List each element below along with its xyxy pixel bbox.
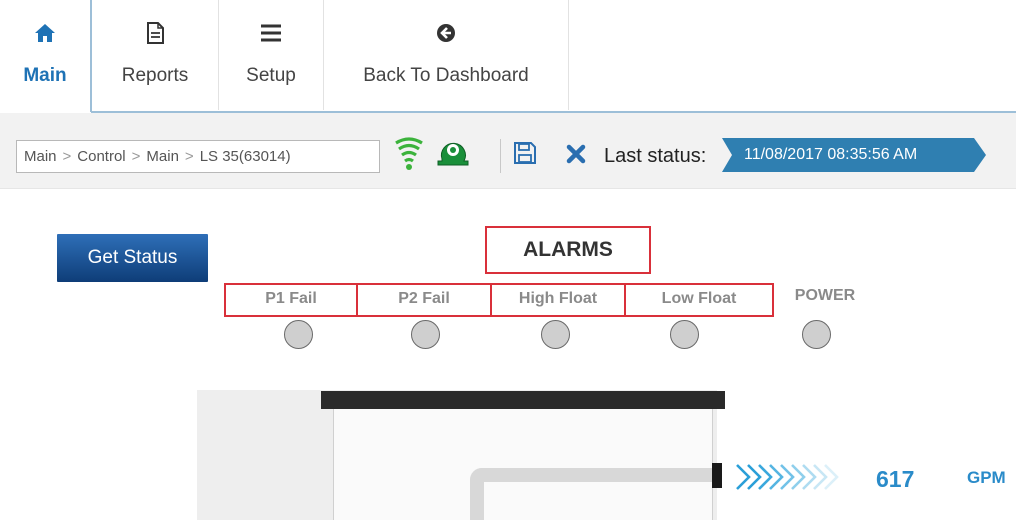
close-icon[interactable]: [566, 144, 586, 169]
alarms-title: ALARMS: [485, 226, 651, 274]
breadcrumb-separator: >: [131, 148, 141, 165]
breadcrumb-separator: >: [184, 148, 194, 165]
save-icon[interactable]: [513, 141, 537, 170]
menu-icon: [260, 22, 282, 44]
tab-back-to-dashboard-label: Back To Dashboard: [363, 65, 529, 86]
tab-reports[interactable]: Reports: [92, 0, 218, 112]
flow-rate-unit: GPM: [967, 468, 1006, 487]
last-status-label: Last status:: [604, 145, 707, 167]
discharge-pipe: [470, 468, 716, 520]
toolbar-divider: [500, 139, 501, 173]
alarm-indicator-high-float: [541, 320, 570, 349]
alarm-label-high-float: High Float: [518, 290, 598, 307]
last-status-timestamp: 11/08/2017 08:35:56 AM: [722, 138, 986, 172]
breadcrumb-item[interactable]: Control: [77, 148, 125, 165]
alarm-indicator-p2-fail: [411, 320, 440, 349]
tab-setup[interactable]: Setup: [219, 0, 323, 112]
breadcrumb-separator: >: [62, 148, 72, 165]
document-icon: [144, 22, 166, 44]
tab-setup-label: Setup: [246, 65, 296, 86]
back-arrow-icon: [435, 22, 457, 44]
flow-rate-value: 617: [876, 466, 915, 492]
alarm-label-p1-fail: P1 Fail: [265, 290, 317, 307]
tab-main[interactable]: Main: [0, 0, 92, 112]
signal-icon: [394, 137, 424, 178]
alarm-label-power: POWER: [794, 287, 856, 304]
tab-main-label: Main: [23, 65, 67, 86]
breadcrumb-item[interactable]: Main: [146, 148, 179, 165]
breadcrumb: Main > Control > Main > LS 35(63014): [16, 140, 380, 173]
breadcrumb-item[interactable]: Main: [24, 148, 57, 165]
alarm-indicator-p1-fail: [284, 320, 313, 349]
tab-back-to-dashboard[interactable]: Back To Dashboard: [324, 0, 568, 112]
alarm-label-low-float: Low Float: [661, 290, 737, 307]
get-status-button[interactable]: Get Status: [57, 234, 208, 282]
alarm-label-p2-fail: P2 Fail: [398, 290, 450, 307]
pipe-outlet: [712, 463, 722, 488]
alarm-indicator-power: [802, 320, 831, 349]
home-icon: [34, 22, 56, 44]
pump-icon: [434, 137, 472, 174]
toolbar: Main > Control > Main > LS 35(63014) Last stat…: [0, 113, 1016, 189]
tab-reports-label: Reports: [121, 65, 189, 86]
breadcrumb-item: LS 35(63014): [199, 148, 291, 165]
flow-direction-icon: [733, 460, 873, 494]
tank-lid: [321, 391, 725, 409]
alarm-indicator-low-float: [670, 320, 699, 349]
tab-divider: [568, 0, 569, 110]
top-navigation: Main Reports Setup Back To Dashboard: [0, 0, 1016, 113]
